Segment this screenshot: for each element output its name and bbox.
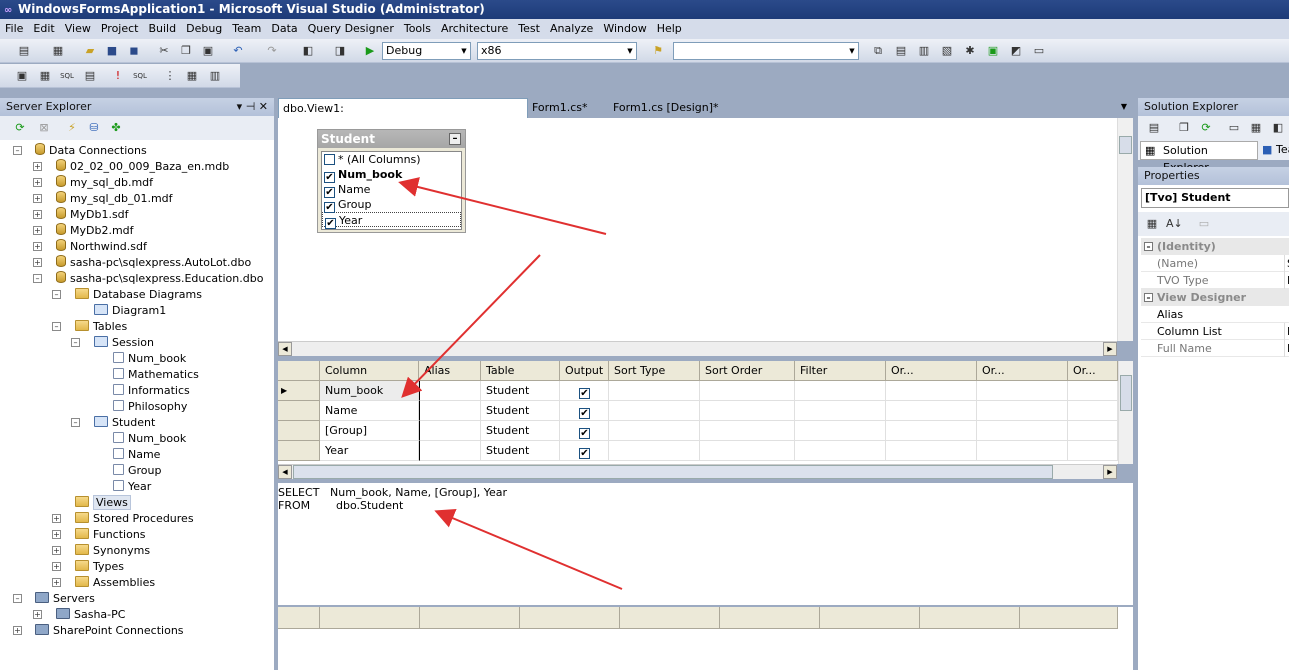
- tab-team-explorer-label: Tea: [1276, 143, 1289, 156]
- collapse-icon[interactable]: –: [1144, 293, 1153, 302]
- properties-toolbar: ▦ A↓ ▭: [1138, 212, 1289, 236]
- property-label: Alias: [1157, 308, 1184, 321]
- arrow-to-sql: [434, 508, 623, 590]
- arrow-to-grid-column: [401, 254, 541, 398]
- property-value: N: [1284, 323, 1289, 340]
- show-all-files-icon[interactable]: ❐: [1176, 120, 1192, 136]
- solution-icon: ▦: [1145, 144, 1156, 157]
- property-label: TVO Type: [1157, 274, 1209, 287]
- property-label: (Name): [1157, 257, 1199, 270]
- annotation-arrows: [398, 177, 623, 590]
- property-label: Full Name: [1157, 342, 1212, 355]
- alphabetical-icon[interactable]: A↓: [1166, 216, 1183, 232]
- property-row[interactable]: (Identity) –: [1141, 238, 1289, 255]
- property-value: S: [1284, 255, 1289, 272]
- collapse-icon[interactable]: –: [1144, 242, 1153, 251]
- tab-solution-explorer[interactable]: ▦Solution Explorer: [1140, 141, 1258, 174]
- property-value: E: [1284, 340, 1289, 357]
- property-row[interactable]: Alias: [1141, 306, 1289, 323]
- properties-header: Properties: [1138, 167, 1289, 185]
- team-icon: ■: [1262, 143, 1273, 156]
- property-row[interactable]: View Designer –: [1141, 289, 1289, 306]
- properties-object-select[interactable]: [Tvo] Student: [1141, 188, 1289, 208]
- tab-team-explorer[interactable]: ■Tea: [1260, 141, 1289, 160]
- class-diagram-icon[interactable]: ◧: [1270, 120, 1286, 136]
- property-row[interactable]: Full Name E: [1141, 340, 1289, 357]
- property-label: View Designer: [1157, 291, 1247, 304]
- categorized-icon[interactable]: ▦: [1144, 216, 1160, 232]
- solution-explorer-header: Solution Explorer: [1138, 98, 1289, 116]
- property-label: (Identity): [1157, 240, 1216, 253]
- property-value: E: [1284, 272, 1289, 289]
- properties-icon[interactable]: ▤: [1146, 120, 1162, 136]
- view-designer-icon[interactable]: ▦: [1248, 120, 1264, 136]
- solution-explorer-panel: ▤ ❐ ⟳ ▭ ▦ ◧ ▦Solution Explorer ■Tea: [1138, 116, 1289, 174]
- property-pages-icon[interactable]: ▭: [1196, 216, 1212, 232]
- property-label: Column List: [1157, 325, 1222, 338]
- property-row[interactable]: TVO Type E: [1141, 272, 1289, 289]
- refresh-icon[interactable]: ⟳: [1198, 120, 1214, 136]
- property-row[interactable]: (Name) S: [1141, 255, 1289, 272]
- property-row[interactable]: Column List N: [1141, 323, 1289, 340]
- view-code-icon[interactable]: ▭: [1226, 120, 1242, 136]
- arrow-to-num-book-checkbox: [398, 177, 607, 235]
